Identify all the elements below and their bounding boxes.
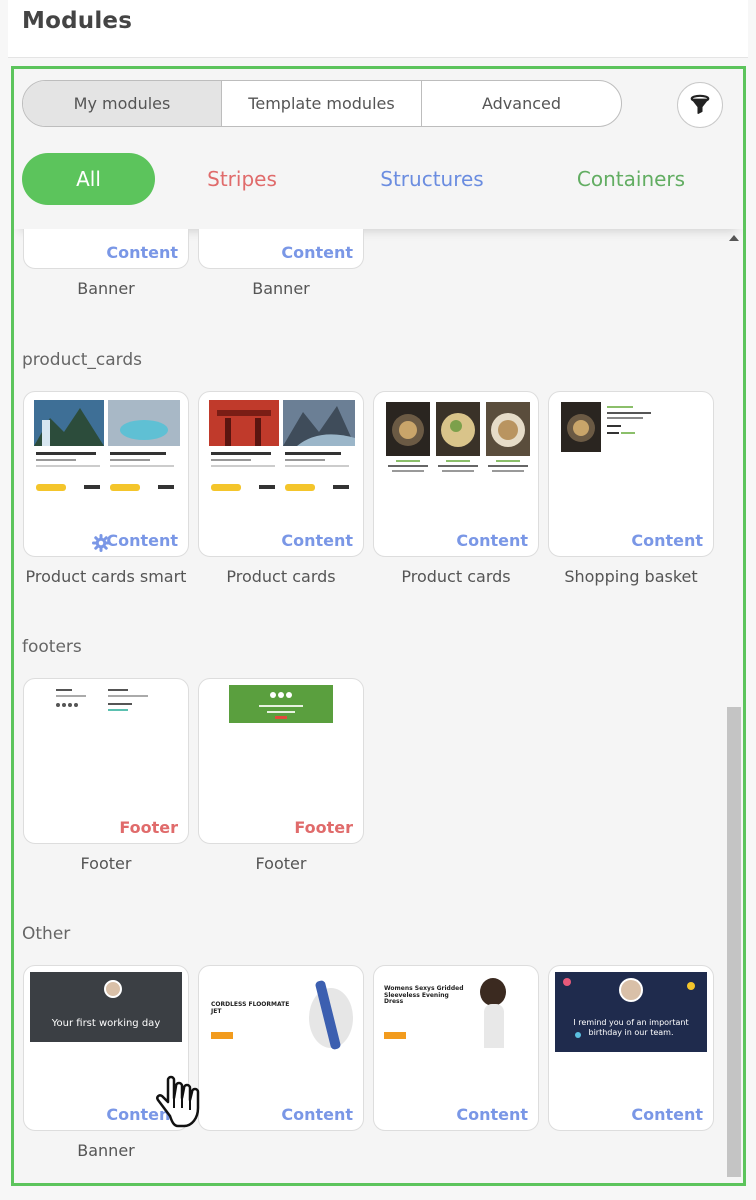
thumbnail-caption: CORDLESS FLOORMATE JET (211, 1001, 290, 1015)
category-stripes[interactable]: Stripes (192, 153, 292, 205)
buy-button-preview (384, 1032, 406, 1039)
avatar (104, 980, 122, 998)
module-card-product-cards[interactable]: Content (373, 391, 539, 557)
module-type-badge: Content (456, 1105, 528, 1124)
section-title-footers: footers (22, 637, 82, 657)
module-type-badge: Footer (294, 818, 353, 837)
scrollbar-thumb[interactable] (727, 707, 741, 1177)
category-all[interactable]: All (22, 153, 155, 205)
module-caption: Banner (77, 1141, 135, 1160)
module-thumbnail (229, 685, 333, 723)
thumbnail-caption: Your first working day (51, 1018, 161, 1029)
module-source-tabs: My modules Template modules Advanced (22, 80, 622, 127)
panel-header: Modules (8, 0, 748, 58)
module-caption: Footer (255, 854, 307, 873)
section-title-product-cards: product_cards (22, 350, 142, 370)
module-thumbnail: Your first working day (30, 972, 182, 1042)
page-title: Modules (22, 8, 133, 34)
module-thumbnail (561, 402, 651, 452)
module-type-badge: Content (106, 531, 178, 550)
module-caption: Banner (77, 279, 135, 298)
module-type-badge: Content (106, 243, 178, 262)
buy-button-preview (211, 1032, 233, 1039)
module-caption: Banner (252, 279, 310, 298)
filter-icon (690, 94, 710, 114)
module-thumbnail (56, 689, 148, 711)
hand-cursor-icon (156, 1075, 200, 1128)
module-type-badge: Content (281, 1105, 353, 1124)
module-caption: Product cards (226, 567, 336, 586)
module-card-product[interactable]: CORDLESS FLOORMATE JET Content (198, 965, 364, 1131)
module-caption: Shopping basket (564, 567, 698, 586)
module-thumbnail (34, 400, 180, 491)
module-thumbnail: CORDLESS FLOORMATE JET (205, 972, 357, 1062)
module-card-shopping-basket[interactable]: Content (548, 391, 714, 557)
thumbnail-caption: I remind you of an important birthday in… (573, 1018, 689, 1037)
module-caption: Product cards smart (25, 567, 187, 586)
dress-image (484, 1004, 504, 1048)
module-card[interactable]: Content (198, 229, 364, 269)
module-thumbnail (209, 400, 355, 491)
module-thumbnail (386, 402, 530, 472)
module-type-badge: Footer (119, 818, 178, 837)
module-thumbnail: I remind you of an important birthday in… (555, 972, 707, 1052)
modules-list[interactable]: Content Content Banner Banner product_ca… (14, 229, 743, 1183)
module-card-product-cards[interactable]: Content (198, 391, 364, 557)
module-card-product[interactable]: Womens Sexys Gridded Sleeveless Evening … (373, 965, 539, 1131)
module-caption: Product cards (401, 567, 511, 586)
avatar (619, 978, 643, 1002)
module-thumbnail: Womens Sexys Gridded Sleeveless Evening … (380, 972, 532, 1048)
module-type-badge: Content (631, 531, 703, 550)
filter-button[interactable] (677, 82, 723, 128)
thumbnail-caption: Womens Sexys Gridded Sleeveless Evening … (384, 985, 464, 1006)
module-type-badge: Content (631, 1105, 703, 1124)
scrollbar[interactable] (725, 229, 743, 1183)
module-type-badge: Content (281, 243, 353, 262)
section-title-other: Other (22, 924, 71, 944)
module-card-footer[interactable]: Footer (23, 678, 189, 844)
module-type-badge: Content (456, 531, 528, 550)
modules-panel: My modules Template modules Advanced All… (11, 66, 746, 1186)
module-card[interactable]: Content (23, 229, 189, 269)
tab-advanced[interactable]: Advanced (422, 81, 621, 126)
tab-template-modules[interactable]: Template modules (222, 81, 422, 126)
tab-my-modules[interactable]: My modules (23, 81, 222, 126)
module-type-badge: Content (281, 531, 353, 550)
module-card-footer[interactable]: Footer (198, 678, 364, 844)
module-card-product-cards-smart[interactable]: Content (23, 391, 189, 557)
category-filter-bar: All Stripes Structures Containers (14, 139, 743, 229)
category-containers[interactable]: Containers (566, 153, 696, 205)
scroll-up-icon[interactable] (729, 235, 739, 241)
module-caption: Footer (80, 854, 132, 873)
module-card-banner[interactable]: I remind you of an important birthday in… (548, 965, 714, 1131)
category-structures[interactable]: Structures (372, 153, 492, 205)
